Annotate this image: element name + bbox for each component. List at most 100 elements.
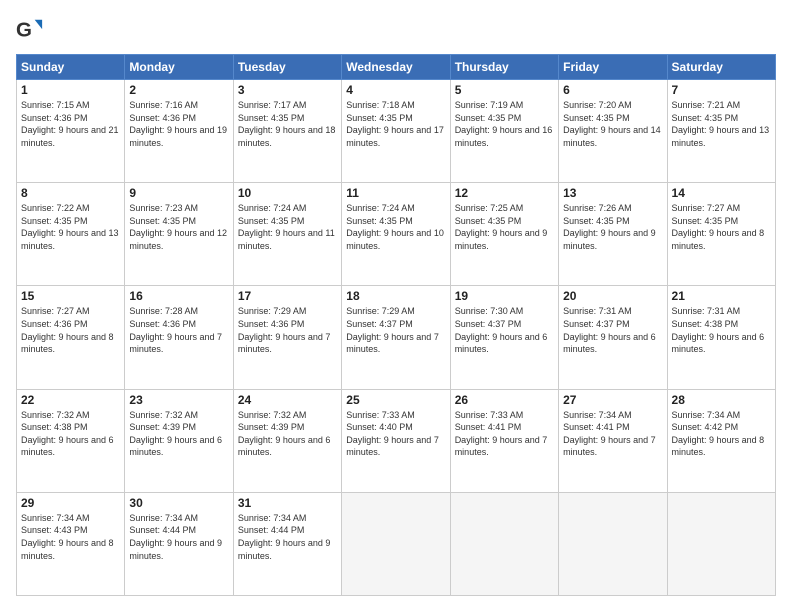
calendar-week-1: 1 Sunrise: 7:15 AMSunset: 4:36 PMDaylight… <box>17 80 776 183</box>
calendar-cell: 9 Sunrise: 7:23 AMSunset: 4:35 PMDaylight… <box>125 183 233 286</box>
calendar-cell: 12 Sunrise: 7:25 AMSunset: 4:35 PMDayligh… <box>450 183 558 286</box>
day-info: Sunrise: 7:34 AMSunset: 4:41 PMDaylight:… <box>563 409 662 459</box>
day-number: 2 <box>129 83 228 97</box>
day-info: Sunrise: 7:28 AMSunset: 4:36 PMDaylight:… <box>129 305 228 355</box>
day-info: Sunrise: 7:16 AMSunset: 4:36 PMDaylight:… <box>129 99 228 149</box>
calendar-cell: 5 Sunrise: 7:19 AMSunset: 4:35 PMDaylight… <box>450 80 558 183</box>
day-number: 28 <box>672 393 771 407</box>
day-info: Sunrise: 7:21 AMSunset: 4:35 PMDaylight:… <box>672 99 771 149</box>
calendar-cell: 28 Sunrise: 7:34 AMSunset: 4:42 PMDayligh… <box>667 389 775 492</box>
day-info: Sunrise: 7:34 AMSunset: 4:44 PMDaylight:… <box>238 512 337 562</box>
day-number: 19 <box>455 289 554 303</box>
day-info: Sunrise: 7:30 AMSunset: 4:37 PMDaylight:… <box>455 305 554 355</box>
day-info: Sunrise: 7:19 AMSunset: 4:35 PMDaylight:… <box>455 99 554 149</box>
calendar-header-friday: Friday <box>559 55 667 80</box>
calendar-cell: 27 Sunrise: 7:34 AMSunset: 4:41 PMDayligh… <box>559 389 667 492</box>
day-info: Sunrise: 7:32 AMSunset: 4:39 PMDaylight:… <box>129 409 228 459</box>
day-number: 12 <box>455 186 554 200</box>
day-info: Sunrise: 7:25 AMSunset: 4:35 PMDaylight:… <box>455 202 554 252</box>
calendar-cell: 22 Sunrise: 7:32 AMSunset: 4:38 PMDayligh… <box>17 389 125 492</box>
calendar-cell: 18 Sunrise: 7:29 AMSunset: 4:37 PMDayligh… <box>342 286 450 389</box>
calendar-cell: 15Sunrise: 7:27 AMSunset: 4:36 PMDayligh… <box>17 286 125 389</box>
day-info: Sunrise: 7:31 AMSunset: 4:37 PMDaylight:… <box>563 305 662 355</box>
calendar-cell <box>342 492 450 595</box>
day-info: Sunrise: 7:34 AMSunset: 4:44 PMDaylight:… <box>129 512 228 562</box>
day-number: 5 <box>455 83 554 97</box>
day-info: Sunrise: 7:34 AMSunset: 4:43 PMDaylight:… <box>21 512 120 562</box>
calendar-cell: 26Sunrise: 7:33 AMSunset: 4:41 PMDayligh… <box>450 389 558 492</box>
day-info: Sunrise: 7:17 AMSunset: 4:35 PMDaylight:… <box>238 99 337 149</box>
calendar-cell: 6 Sunrise: 7:20 AMSunset: 4:35 PMDaylight… <box>559 80 667 183</box>
day-info: Sunrise: 7:29 AMSunset: 4:36 PMDaylight:… <box>238 305 337 355</box>
calendar-cell: 13 Sunrise: 7:26 AMSunset: 4:35 PMDayligh… <box>559 183 667 286</box>
day-number: 10 <box>238 186 337 200</box>
day-info: Sunrise: 7:27 AMSunset: 4:35 PMDaylight:… <box>672 202 771 252</box>
calendar-page: G SundayMondayTuesdayWednesdayThursdayFr… <box>0 0 792 612</box>
day-number: 18 <box>346 289 445 303</box>
day-number: 13 <box>563 186 662 200</box>
logo: G <box>16 16 48 44</box>
day-number: 9 <box>129 186 228 200</box>
day-info: Sunrise: 7:15 AMSunset: 4:36 PMDaylight:… <box>21 99 120 149</box>
day-info: Sunrise: 7:26 AMSunset: 4:35 PMDaylight:… <box>563 202 662 252</box>
calendar-table: SundayMondayTuesdayWednesdayThursdayFrid… <box>16 54 776 596</box>
calendar-cell: 14 Sunrise: 7:27 AMSunset: 4:35 PMDayligh… <box>667 183 775 286</box>
calendar-cell: 31 Sunrise: 7:34 AMSunset: 4:44 PMDayligh… <box>233 492 341 595</box>
day-number: 25 <box>346 393 445 407</box>
calendar-cell <box>667 492 775 595</box>
calendar-header-monday: Monday <box>125 55 233 80</box>
calendar-header-tuesday: Tuesday <box>233 55 341 80</box>
calendar-cell: 25 Sunrise: 7:33 AMSunset: 4:40 PMDayligh… <box>342 389 450 492</box>
calendar-cell: 3 Sunrise: 7:17 AMSunset: 4:35 PMDaylight… <box>233 80 341 183</box>
day-info: Sunrise: 7:33 AMSunset: 4:41 PMDaylight:… <box>455 409 554 459</box>
day-number: 7 <box>672 83 771 97</box>
calendar-cell: 24 Sunrise: 7:32 AMSunset: 4:39 PMDayligh… <box>233 389 341 492</box>
calendar-cell: 23 Sunrise: 7:32 AMSunset: 4:39 PMDayligh… <box>125 389 233 492</box>
day-number: 31 <box>238 496 337 510</box>
day-info: Sunrise: 7:24 AMSunset: 4:35 PMDaylight:… <box>346 202 445 252</box>
day-number: 11 <box>346 186 445 200</box>
day-info: Sunrise: 7:32 AMSunset: 4:39 PMDaylight:… <box>238 409 337 459</box>
day-number: 16 <box>129 289 228 303</box>
day-number: 8 <box>21 186 120 200</box>
day-info: Sunrise: 7:31 AMSunset: 4:38 PMDaylight:… <box>672 305 771 355</box>
calendar-cell: 4 Sunrise: 7:18 AMSunset: 4:35 PMDaylight… <box>342 80 450 183</box>
calendar-cell: 11 Sunrise: 7:24 AMSunset: 4:35 PMDayligh… <box>342 183 450 286</box>
calendar-week-2: 8Sunrise: 7:22 AMSunset: 4:35 PMDaylight… <box>17 183 776 286</box>
calendar-header-row: SundayMondayTuesdayWednesdayThursdayFrid… <box>17 55 776 80</box>
svg-text:G: G <box>16 19 32 42</box>
calendar-cell <box>559 492 667 595</box>
day-number: 29 <box>21 496 120 510</box>
day-info: Sunrise: 7:23 AMSunset: 4:35 PMDaylight:… <box>129 202 228 252</box>
calendar-cell: 17 Sunrise: 7:29 AMSunset: 4:36 PMDayligh… <box>233 286 341 389</box>
day-number: 6 <box>563 83 662 97</box>
day-info: Sunrise: 7:29 AMSunset: 4:37 PMDaylight:… <box>346 305 445 355</box>
day-number: 3 <box>238 83 337 97</box>
day-number: 14 <box>672 186 771 200</box>
calendar-cell: 8Sunrise: 7:22 AMSunset: 4:35 PMDaylight… <box>17 183 125 286</box>
calendar-header-saturday: Saturday <box>667 55 775 80</box>
calendar-cell: 1 Sunrise: 7:15 AMSunset: 4:36 PMDaylight… <box>17 80 125 183</box>
calendar-cell: 20Sunrise: 7:31 AMSunset: 4:37 PMDayligh… <box>559 286 667 389</box>
day-number: 17 <box>238 289 337 303</box>
day-number: 30 <box>129 496 228 510</box>
day-number: 23 <box>129 393 228 407</box>
day-number: 4 <box>346 83 445 97</box>
day-info: Sunrise: 7:33 AMSunset: 4:40 PMDaylight:… <box>346 409 445 459</box>
day-info: Sunrise: 7:18 AMSunset: 4:35 PMDaylight:… <box>346 99 445 149</box>
day-number: 1 <box>21 83 120 97</box>
day-number: 24 <box>238 393 337 407</box>
calendar-week-4: 22 Sunrise: 7:32 AMSunset: 4:38 PMDayligh… <box>17 389 776 492</box>
calendar-cell: 19 Sunrise: 7:30 AMSunset: 4:37 PMDayligh… <box>450 286 558 389</box>
day-number: 22 <box>21 393 120 407</box>
day-info: Sunrise: 7:20 AMSunset: 4:35 PMDaylight:… <box>563 99 662 149</box>
calendar-cell: 7 Sunrise: 7:21 AMSunset: 4:35 PMDaylight… <box>667 80 775 183</box>
calendar-week-5: 29 Sunrise: 7:34 AMSunset: 4:43 PMDayligh… <box>17 492 776 595</box>
calendar-cell <box>450 492 558 595</box>
day-number: 27 <box>563 393 662 407</box>
day-info: Sunrise: 7:24 AMSunset: 4:35 PMDaylight:… <box>238 202 337 252</box>
day-number: 21 <box>672 289 771 303</box>
day-info: Sunrise: 7:32 AMSunset: 4:38 PMDaylight:… <box>21 409 120 459</box>
day-info: Sunrise: 7:34 AMSunset: 4:42 PMDaylight:… <box>672 409 771 459</box>
calendar-cell: 29 Sunrise: 7:34 AMSunset: 4:43 PMDayligh… <box>17 492 125 595</box>
